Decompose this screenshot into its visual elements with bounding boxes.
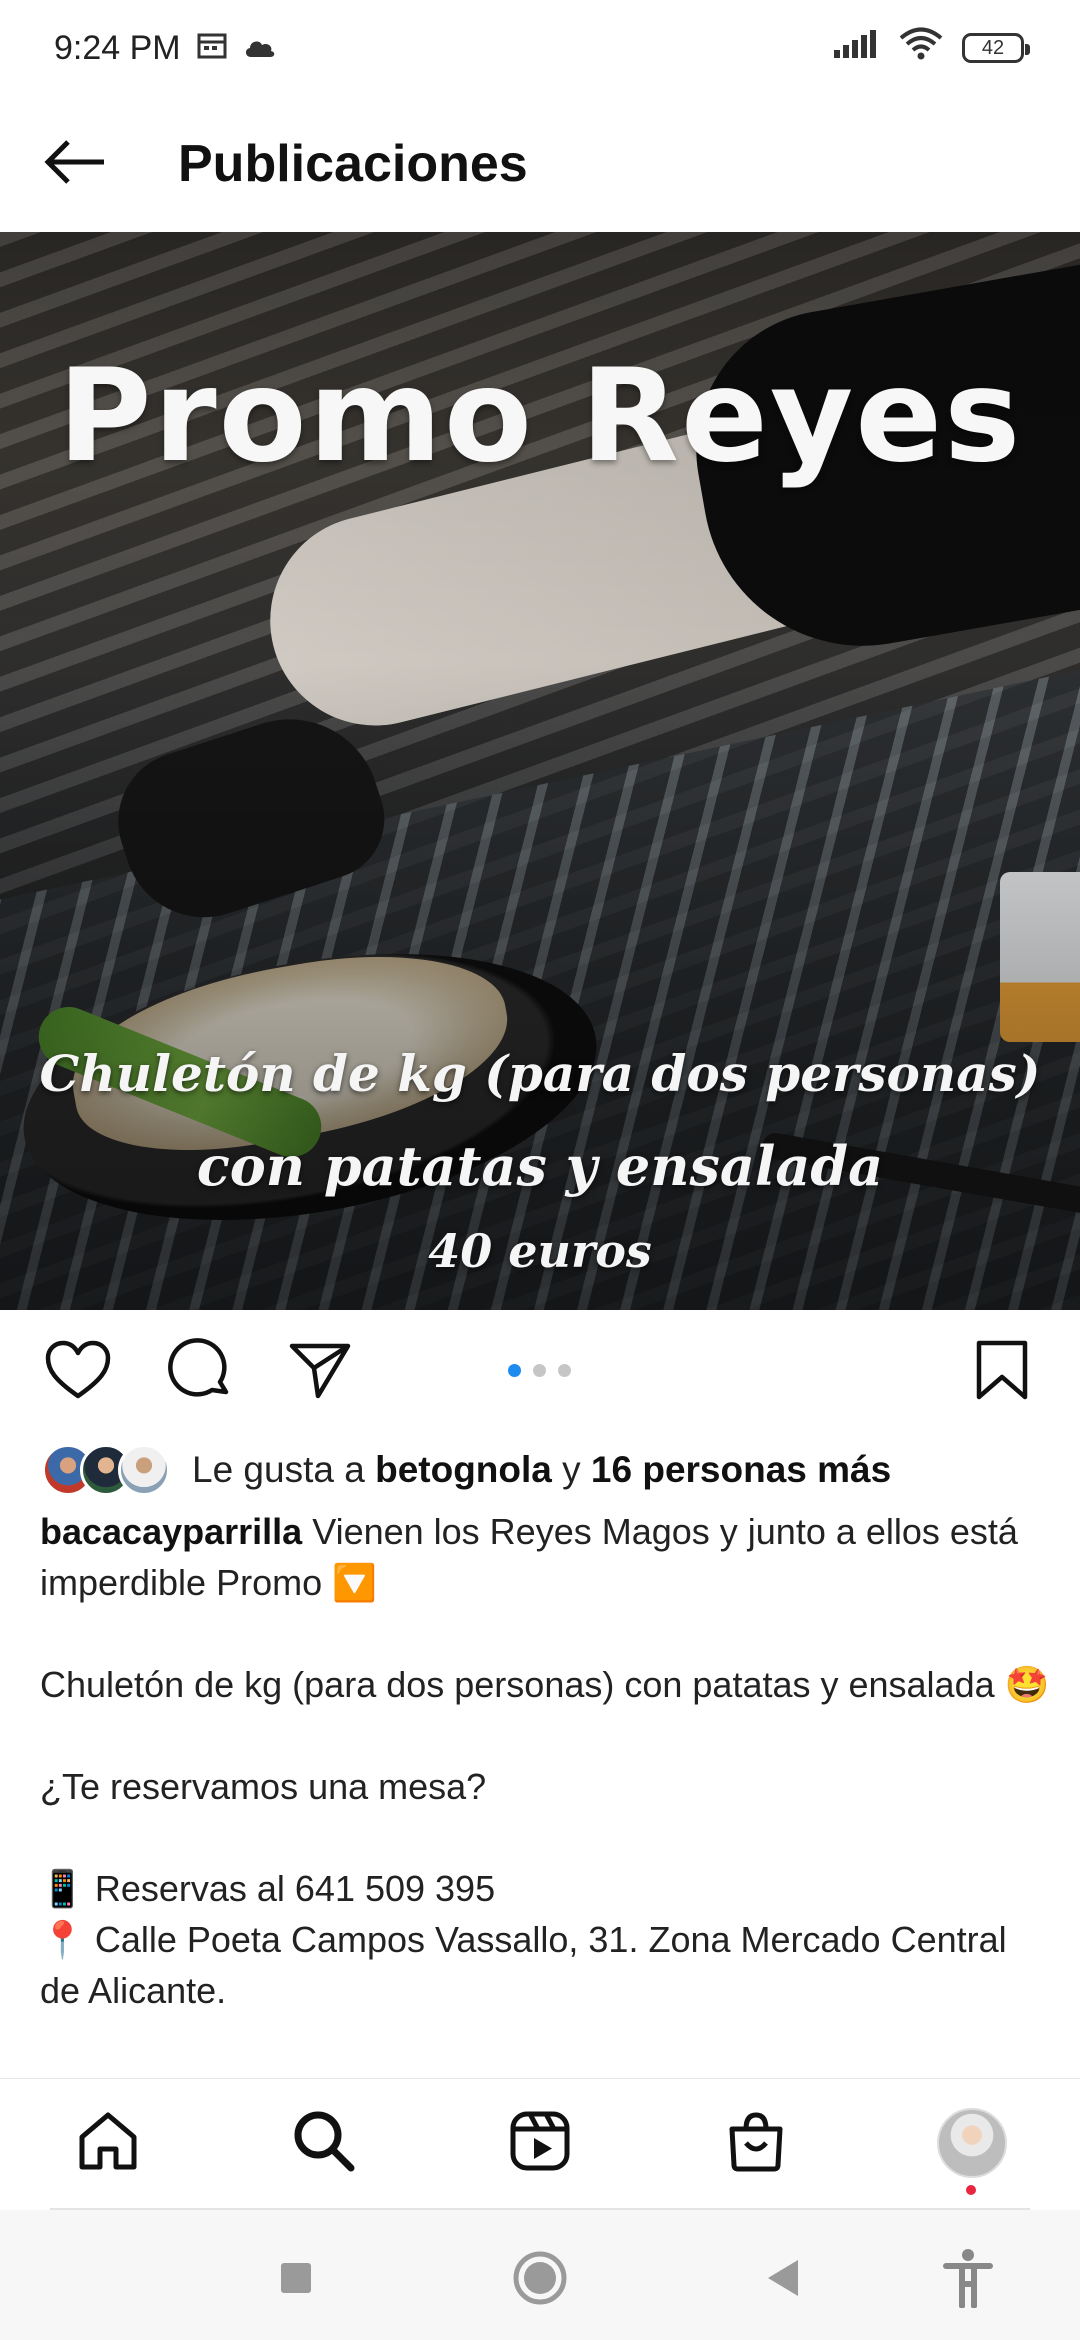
caption-address: 📍 Calle Poeta Campos Vassallo, 31. Zona … [40,1919,1007,2011]
caption-intro: bacacayparrilla Vienen los Reyes Magos y… [40,1506,1050,1608]
accessibility-button[interactable] [928,2240,1008,2320]
carousel-dot-2 [533,1364,546,1377]
carousel-indicator [508,1364,571,1377]
caption-phone: 📱 Reservas al 641 509 395 [40,1868,496,1909]
nav-profile[interactable] [932,2103,1012,2195]
page-title: Publicaciones [178,135,528,193]
battery-icon: 42 [962,33,1030,63]
comment-icon [168,1337,232,1407]
search-icon [291,2108,357,2179]
avatar [118,1444,170,1496]
likes-connector: y [562,1449,581,1490]
nav-home[interactable] [68,2103,148,2183]
signal-icon [832,28,880,69]
caption-question: ¿Te reservamos una mesa? [40,1766,487,1807]
nav-reels[interactable] [500,2103,580,2183]
like-button[interactable] [38,1332,118,1412]
status-bar: 9:24 PM 42 [0,0,1080,96]
liker-username[interactable]: betognola [375,1449,552,1490]
promo-line-2: con patatas y ensalada [196,1134,884,1198]
back-arrow-icon [44,138,108,191]
profile-avatar [937,2108,1007,2178]
bookmark-icon [975,1339,1029,1406]
app-bar: Publicaciones [0,96,1080,232]
recents-button[interactable] [256,2240,336,2320]
cloud-icon [243,29,277,68]
battery-level: 42 [981,36,1005,59]
likes-prefix: Le gusta a [192,1449,365,1490]
liker-avatars [42,1444,170,1496]
promo-title: Promo Reyes [57,342,1023,491]
back-system-button[interactable] [742,2240,822,2320]
reels-icon [508,2109,572,2178]
back-triangle-icon [762,2256,802,2305]
post-caption: bacacayparrilla Vienen los Reyes Magos y… [40,1506,1050,2016]
nav-shop[interactable] [716,2103,796,2183]
carousel-dot-3 [558,1364,571,1377]
status-time: 9:24 PM [54,28,181,67]
bottom-nav [0,2078,1080,2209]
status-right: 42 [832,27,1030,70]
heart-icon [45,1340,111,1405]
likes-row[interactable]: Le gusta a betognola y 16 personas más [42,1438,891,1502]
notification-dot [966,2185,976,2195]
accessibility-icon [943,2248,993,2313]
promo-price: 40 euros [428,1224,652,1278]
save-button[interactable] [962,1332,1042,1412]
caption-offer: Chuletón de kg (para dos personas) con p… [40,1664,1050,1705]
post-image[interactable]: Promo Reyes Chuletón de kg (para dos per… [0,232,1080,1310]
comment-button[interactable] [160,1332,240,1412]
status-left: 9:24 PM [54,29,277,68]
promo-line-1: Chuletón de kg (para dos personas) [39,1044,1041,1103]
caption-username[interactable]: bacacayparrilla [40,1511,302,1552]
home-system-button[interactable] [500,2240,580,2320]
home-icon [76,2109,140,2178]
nav-search[interactable] [284,2103,364,2183]
wifi-icon [898,27,944,70]
share-button[interactable] [280,1332,360,1412]
recents-square-icon [278,2260,314,2301]
carousel-dot-1 [508,1364,521,1377]
back-button[interactable] [36,124,116,204]
calendar-icon [197,29,227,68]
likes-text: Le gusta a betognola y 16 personas más [192,1449,891,1491]
post-actions [0,1310,1080,1430]
home-circle-icon [512,2250,568,2311]
likes-others[interactable]: 16 personas más [591,1449,891,1490]
system-nav [0,2210,1080,2340]
share-icon [288,1340,352,1405]
shop-icon [724,2109,788,2178]
